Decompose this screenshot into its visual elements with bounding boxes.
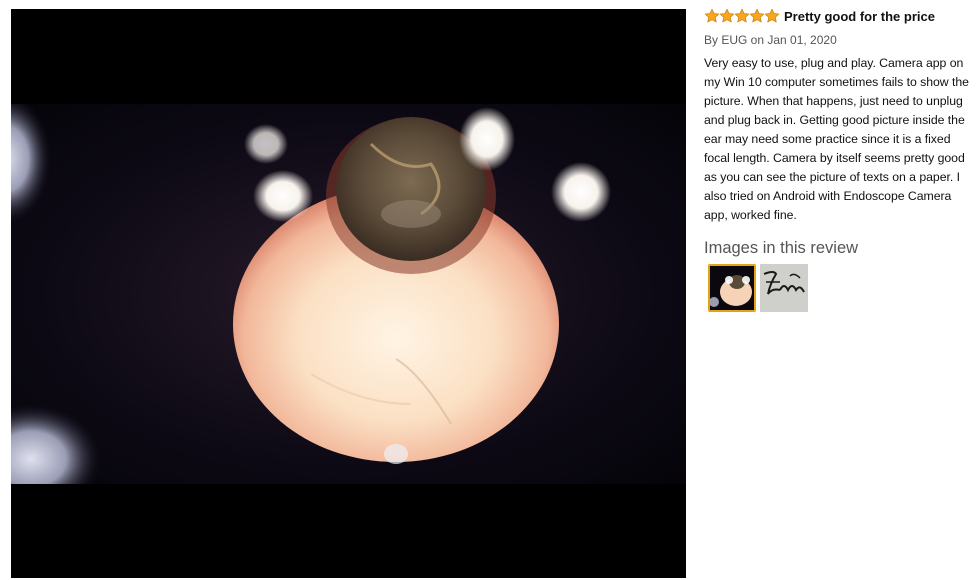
star-icon: [704, 8, 720, 23]
star-icon: [719, 8, 735, 23]
review-body: Very easy to use, plug and play. Camera …: [704, 56, 969, 222]
review-panel: Pretty good for the price By EUG on Jan …: [704, 6, 976, 312]
thumbnail-ear-canal[interactable]: [708, 264, 756, 312]
thumbnail-strip: [708, 264, 976, 312]
review-title[interactable]: Pretty good for the price: [784, 9, 935, 24]
star-rating: [704, 8, 780, 24]
image-viewer[interactable]: [11, 9, 686, 578]
review-byline: By EUG on Jan 01, 2020: [704, 33, 837, 47]
thumbnail-handwriting[interactable]: [760, 264, 808, 312]
star-icon: [734, 8, 750, 23]
images-heading: Images in this review: [704, 239, 859, 257]
star-icon: [764, 8, 780, 23]
review-header: Pretty good for the price: [704, 6, 976, 26]
main-review-image: [11, 104, 686, 484]
star-icon: [749, 8, 765, 23]
